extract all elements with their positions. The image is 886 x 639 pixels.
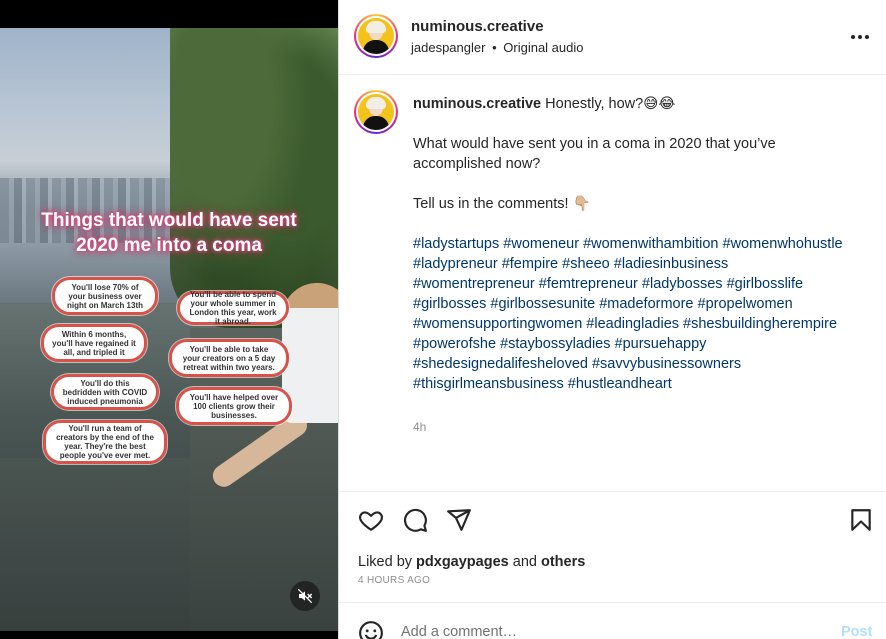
likes-middle: and [512,554,537,570]
comment-bar: Post [339,602,886,639]
author-avatar[interactable] [354,14,398,58]
likes-prefix: Liked by [358,554,413,570]
overlay-bubble: You'll be able to spend your whole summe… [177,290,289,326]
caption-line1: Honestly, how?😅😂 [545,96,676,112]
hashtag-link[interactable]: #hustleandheart [568,376,672,392]
video-title: Things that would have sent 2020 me into… [0,208,338,258]
caption-line2: What would have sent you in a coma in 20… [413,136,776,172]
overlay-bubble: You'll lose 70% of your business over ni… [52,277,158,315]
hashtag-link[interactable]: #womenwithambition [583,236,718,252]
hashtag-link[interactable]: #femtrepreneur [539,276,638,292]
save-button[interactable] [848,507,876,535]
hashtag-link[interactable]: #girlbosslife [727,276,804,292]
caption-area: numinous.creative Honestly, how?😅😂 What … [339,76,886,492]
hashtag-link[interactable]: #leadingladies [586,316,679,332]
likes-summary: Liked by pdxgaypages and others [358,554,585,570]
author-username[interactable]: numinous.creative [411,18,544,35]
hashtag-link[interactable]: #ladiesinbusiness [614,256,728,272]
overlay-bubble: You'll run a team of creators by the end… [43,420,167,464]
post-caption: numinous.creative Honestly, how?😅😂 What … [413,94,853,394]
overlay-bubble: You'll be able to take your creators on … [169,339,289,377]
heart-icon [359,511,383,531]
smiley-icon [359,621,383,639]
hashtag-link[interactable]: #ladybosses [642,276,723,292]
post-header: numinous.creative jadespangler • Origina… [339,0,886,75]
video-title-line1: Things that would have sent [41,210,297,231]
hashtag-link[interactable]: #staybossyladies [500,336,610,352]
hashtag-link[interactable]: #girlbosses [413,296,486,312]
hashtag-link[interactable]: #shedesignedalifesheloved [413,356,588,372]
speaker-muted-icon [297,588,313,604]
caption-line3: Tell us in the comments! 👇🏼 [413,196,591,212]
caption-username[interactable]: numinous.creative [413,96,541,112]
hashtag-link[interactable]: #powerofshe [413,336,496,352]
liked-by-user-link[interactable]: pdxgaypages [416,554,509,570]
caption-timestamp[interactable]: 4h [413,420,426,434]
reel-video[interactable]: Things that would have sent 2020 me into… [0,0,338,639]
video-frame[interactable]: Things that would have sent 2020 me into… [0,28,338,631]
comment-input[interactable] [401,621,821,639]
post-panel: numinous.creative jadespangler • Origina… [338,0,886,639]
hashtag-link[interactable]: #pursuehappy [615,336,707,352]
post-timestamp[interactable]: 4 HOURS AGO [358,575,430,586]
share-button[interactable] [446,507,474,535]
original-audio-link[interactable]: Original audio [503,40,583,55]
action-bar [339,493,886,553]
separator-dot: • [492,40,497,55]
likes-others-link[interactable]: others [541,554,585,570]
share-icon [447,509,471,531]
overlay-bubble: You'll have helped over 100 clients grow… [176,387,292,425]
mute-button[interactable] [290,581,320,611]
hashtag-link[interactable]: #womenwhohustle [723,236,843,252]
hashtag-link[interactable]: #womensupportingwomen [413,316,582,332]
hashtag-link[interactable]: #shesbuildingherempire [683,316,837,332]
overlay-bubble: Within 6 months, you'll have regained it… [41,324,147,362]
post-comment-button[interactable]: Post [841,624,872,639]
video-title-line2: 2020 me into a coma [76,235,262,256]
more-horizontal-icon [851,35,869,39]
hashtag-list: #ladystartups #womeneur #womenwithambiti… [413,234,853,394]
hashtag-link[interactable]: #girlbossesunite [490,296,595,312]
bookmark-icon [851,509,871,531]
caption-avatar[interactable] [354,90,398,134]
hashtag-link[interactable]: #womentrepreneur [413,276,535,292]
hashtag-link[interactable]: #savvybusinessowners [592,356,741,372]
hashtag-link[interactable]: #ladystartups [413,236,499,252]
comment-button[interactable] [402,507,430,535]
hashtag-link[interactable]: #womeneur [503,236,579,252]
hashtag-link[interactable]: #ladypreneur [413,256,498,272]
audio-info: jadespangler • Original audio [411,40,583,55]
like-button[interactable] [358,507,386,535]
hashtag-link[interactable]: #fempire [502,256,558,272]
hashtag-link[interactable]: #thisgirlmeansbusiness [413,376,564,392]
comment-icon [404,508,427,532]
audio-user-link[interactable]: jadespangler [411,40,485,55]
hashtag-link[interactable]: #propelwomen [698,296,793,312]
hashtag-link[interactable]: #madeformore [599,296,693,312]
hashtag-link[interactable]: #sheeo [562,256,610,272]
emoji-button[interactable] [358,620,384,639]
overlay-bubble: You'll do this bedridden with COVID indu… [51,374,159,410]
more-options-button[interactable] [845,26,875,48]
